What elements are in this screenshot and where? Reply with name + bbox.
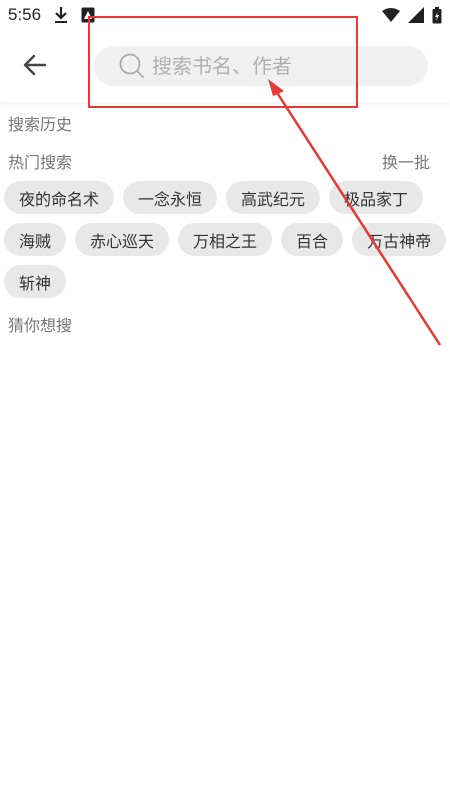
status-right [382, 6, 442, 24]
guess-search-title: 猜你想搜 [8, 316, 73, 335]
notification-icon [81, 7, 95, 23]
search-icon [118, 52, 146, 80]
battery-icon [432, 6, 442, 24]
status-bar: 5:56 [0, 0, 450, 30]
status-left: 5:56 [8, 5, 95, 25]
hot-tag[interactable]: 百合 [281, 223, 344, 256]
hot-tag[interactable]: 赤心巡天 [75, 223, 170, 256]
hot-tags-list: 夜的命名术 一念永恒 高武纪元 极品家丁 海贼 赤心巡天 万相之王 百合 万古神… [4, 181, 450, 298]
hot-tag[interactable]: 万相之王 [178, 223, 273, 256]
hot-tag[interactable]: 夜的命名术 [4, 181, 115, 214]
signal-icon [408, 7, 424, 23]
search-page: 5:56 搜索书名、作者 搜索历史 热门搜索 换一批 夜的命名术 一念永恒 高武… [0, 0, 450, 800]
refresh-button[interactable]: 换一批 [382, 149, 430, 173]
hot-tag[interactable]: 极品家丁 [329, 181, 424, 214]
arrow-left-icon [23, 54, 47, 80]
hot-search-title: 热门搜索 [8, 153, 73, 172]
hot-tag[interactable]: 海贼 [4, 223, 67, 256]
search-input[interactable] [152, 54, 392, 78]
wifi-icon [382, 8, 400, 22]
hot-tag[interactable]: 万古神帝 [352, 223, 447, 256]
hot-tag[interactable]: 斩神 [4, 265, 67, 298]
download-icon [53, 6, 69, 24]
hot-tag[interactable]: 一念永恒 [123, 181, 218, 214]
search-box[interactable] [94, 46, 428, 86]
status-time: 5:56 [8, 5, 42, 24]
search-header [0, 30, 450, 102]
hot-tag[interactable]: 高武纪元 [226, 181, 321, 214]
back-button[interactable] [18, 50, 52, 84]
search-history-title: 搜索历史 [8, 115, 73, 134]
